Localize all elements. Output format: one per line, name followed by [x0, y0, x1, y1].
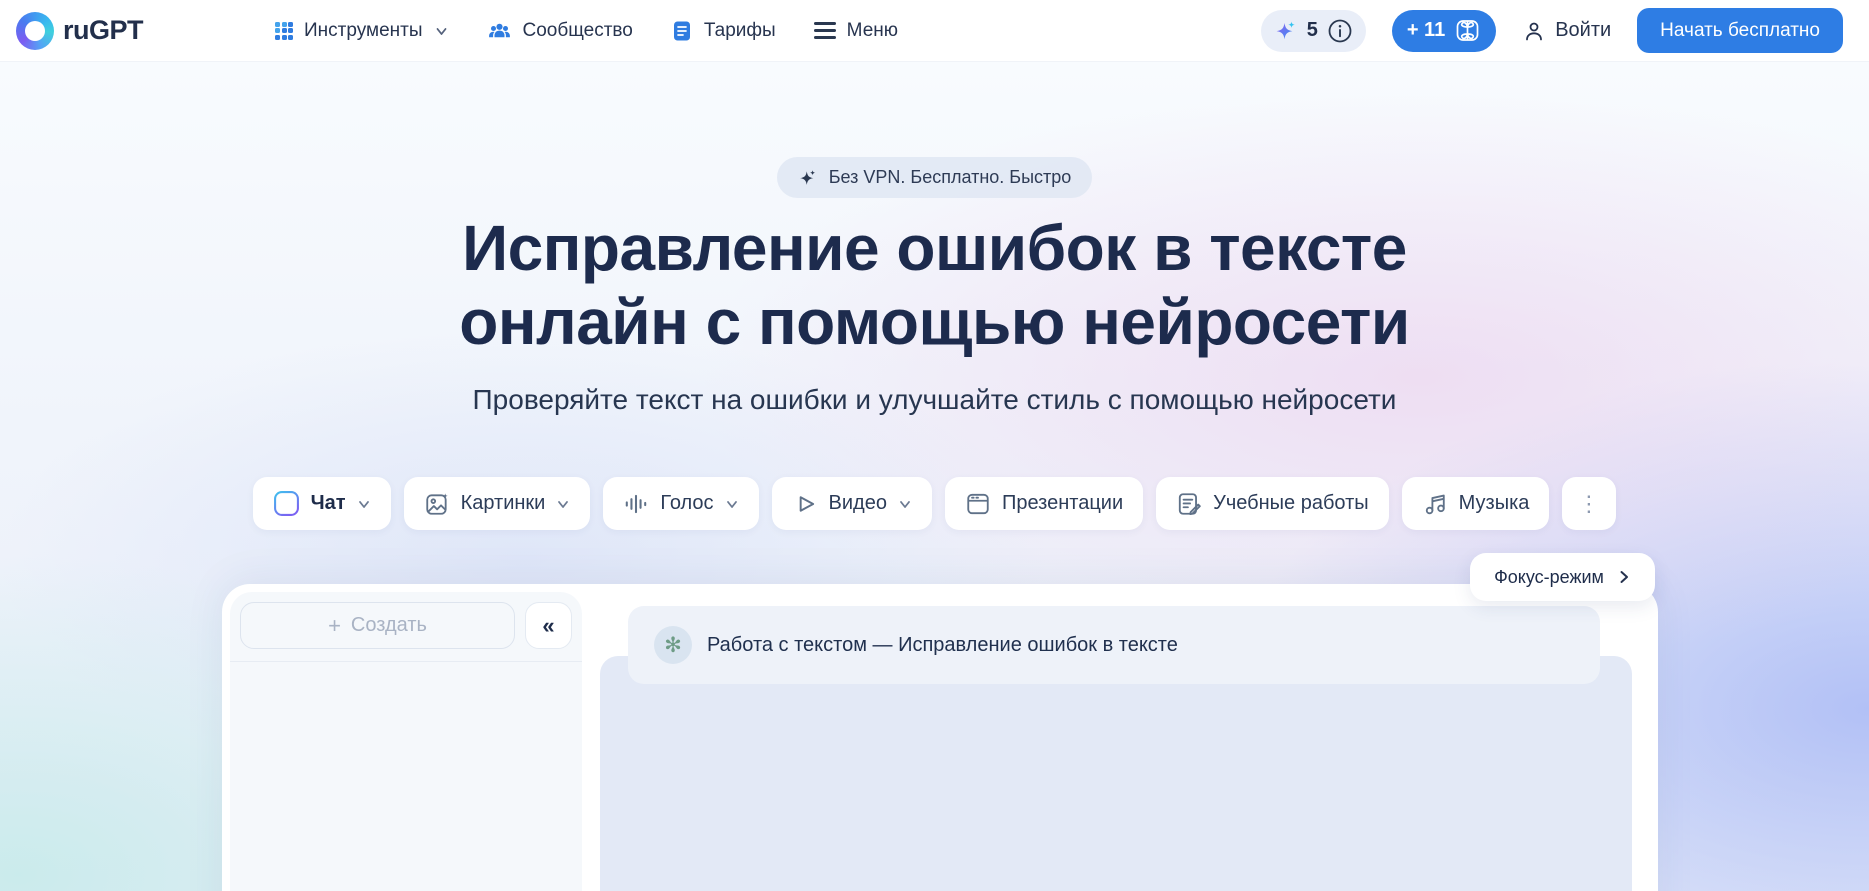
sidebar-divider	[230, 661, 582, 662]
sparkle-dark-icon	[798, 168, 818, 188]
voice-icon	[623, 491, 649, 517]
chat-sidebar: + Создать « Чтобы сохранить историю, и п…	[230, 592, 582, 891]
chevron-down-icon	[556, 498, 570, 510]
login-button[interactable]: Войти	[1522, 19, 1611, 43]
tool-tabs: Чат Картинки	[253, 477, 1617, 530]
chevron-down-icon	[434, 25, 449, 37]
tab-label: Учебные работы	[1213, 492, 1369, 515]
tab-video[interactable]: Видео	[772, 477, 932, 530]
main-nav: Инструменты Сообщество Тарифы	[275, 20, 898, 42]
nav-item-community[interactable]: Сообщество	[487, 20, 633, 42]
tab-label: Видео	[829, 492, 887, 515]
presentation-icon	[965, 491, 991, 517]
hero-badge: Без VPN. Бесплатно. Быстро	[777, 157, 1093, 198]
menu-icon	[814, 22, 836, 39]
chat-main: ✻ Работа с текстом — Исправление ошибок …	[600, 592, 1650, 891]
tariffs-icon	[671, 20, 693, 42]
tab-chat[interactable]: Чат	[253, 477, 391, 530]
nav-item-label: Инструменты	[304, 20, 422, 42]
focus-mode-button[interactable]: Фокус-режим	[1470, 553, 1655, 601]
community-icon	[487, 20, 512, 42]
collapse-sidebar-button[interactable]: «	[525, 602, 572, 649]
music-icon	[1422, 491, 1448, 517]
title-line-1: Исправление ошибок в тексте	[462, 212, 1407, 284]
gift-icon	[1454, 17, 1481, 44]
bonus-label: + 11	[1407, 19, 1445, 42]
sidebar-top: + Создать «	[240, 602, 572, 649]
chat-panel: + Создать « Чтобы сохранить историю, и п…	[222, 584, 1658, 891]
nav-item-tariffs[interactable]: Тарифы	[671, 20, 776, 42]
nav-right: 5 + 11 Войти На	[1261, 8, 1843, 53]
chat-header: ✻ Работа с текстом — Исправление ошибок …	[628, 606, 1600, 684]
start-free-button[interactable]: Начать бесплатно	[1637, 8, 1843, 53]
focus-mode-label: Фокус-режим	[1494, 567, 1604, 588]
image-icon	[424, 491, 450, 517]
tab-images[interactable]: Картинки	[404, 477, 591, 530]
brand-logo[interactable]: ruGPT	[16, 12, 143, 50]
tab-music[interactable]: Музыка	[1402, 477, 1550, 530]
nav-item-menu[interactable]: Меню	[814, 20, 898, 42]
brand-name: ruGPT	[63, 15, 143, 46]
info-icon[interactable]	[1327, 18, 1353, 44]
nav-item-tools[interactable]: Инструменты	[275, 20, 448, 42]
study-icon	[1176, 491, 1202, 517]
collapse-icon: «	[542, 613, 554, 639]
video-icon	[792, 491, 818, 517]
create-button[interactable]: + Создать	[240, 602, 515, 649]
tab-presentations[interactable]: Презентации	[945, 477, 1143, 530]
tab-voice[interactable]: Голос	[603, 477, 758, 530]
chat-header-title: Работа с текстом — Исправление ошибок в …	[707, 634, 1178, 657]
bonus-pill[interactable]: + 11	[1392, 10, 1496, 52]
more-tools-button[interactable]: ⋮	[1562, 477, 1616, 530]
tab-label: Чат	[311, 492, 346, 515]
chat-text-icon	[273, 490, 300, 517]
nav-item-label: Сообщество	[523, 20, 633, 42]
hero-section: Без VPN. Бесплатно. Быстро Исправление о…	[0, 62, 1869, 891]
chevron-down-icon	[357, 498, 371, 510]
rugpt-ring-icon	[16, 12, 54, 50]
sparkle-icon	[1274, 19, 1298, 43]
create-label: Создать	[351, 614, 427, 637]
tab-label: Картинки	[461, 492, 546, 515]
tab-label: Презентации	[1002, 492, 1123, 515]
plus-icon: +	[328, 615, 341, 637]
grid-icon	[275, 22, 293, 40]
openai-icon: ✻	[654, 626, 692, 664]
login-label: Войти	[1555, 19, 1611, 42]
nav-item-label: Меню	[847, 20, 898, 42]
tab-study[interactable]: Учебные работы	[1156, 477, 1389, 530]
tab-label: Голос	[660, 492, 713, 515]
nav-item-label: Тарифы	[704, 20, 776, 42]
chat-message-area[interactable]	[600, 656, 1632, 891]
chevron-right-icon	[1617, 569, 1631, 585]
dots-vertical-icon: ⋮	[1578, 491, 1601, 517]
page-title: Исправление ошибок в тексте онлайн с пом…	[459, 211, 1409, 359]
credits-count: 5	[1307, 19, 1318, 42]
person-icon	[1522, 19, 1546, 43]
tab-label: Музыка	[1459, 492, 1530, 515]
navbar: ruGPT Инструменты Сообщество	[0, 0, 1869, 62]
title-line-2: онлайн с помощью нейросети	[459, 286, 1409, 358]
chevron-down-icon	[725, 498, 739, 510]
hero-badge-text: Без VPN. Бесплатно. Быстро	[829, 167, 1072, 188]
credits-pill[interactable]: 5	[1261, 10, 1366, 52]
page-subtitle: Проверяйте текст на ошибки и улучшайте с…	[473, 384, 1397, 416]
chevron-down-icon	[898, 498, 912, 510]
